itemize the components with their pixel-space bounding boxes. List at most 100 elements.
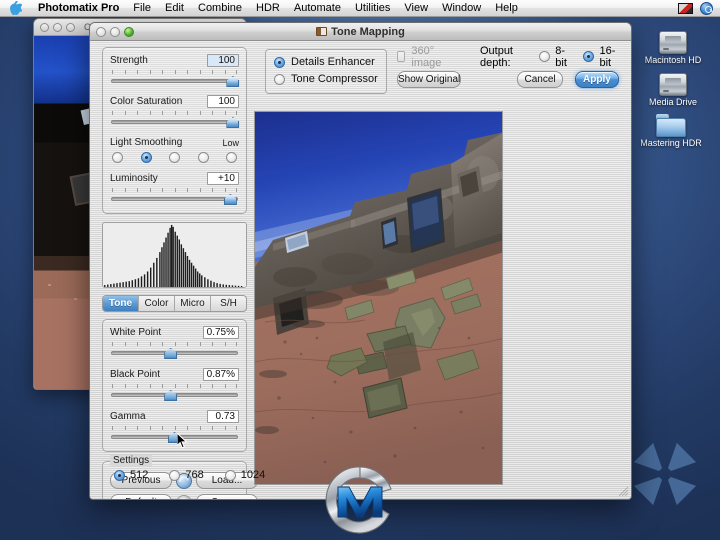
dialog-titlebar[interactable]: Tone Mapping [90,23,631,41]
gamma-row: Gamma 0.73 [110,410,239,423]
window-controls [90,26,134,37]
image-preview[interactable] [254,111,503,485]
close-button[interactable] [96,26,106,37]
output-depth-16bit-radio[interactable] [583,51,595,62]
show-original-button[interactable]: Show Original [397,71,462,88]
menu-item-combine[interactable]: Combine [191,0,249,16]
luminosity-slider[interactable] [111,193,238,205]
strength-value[interactable]: 100 [207,54,239,67]
luminosity-value[interactable]: +10 [207,172,239,185]
light-smoothing-option-4[interactable] [197,152,209,163]
black-point-value[interactable]: 0.87% [202,368,239,381]
light-smoothing-option-2[interactable] [140,152,152,163]
light-smoothing-option-1[interactable] [112,152,123,163]
minimize-button[interactable] [53,22,62,32]
strength-slider[interactable] [111,75,240,87]
settings-knob-icon-bottom[interactable] [176,494,192,499]
gamma-label: Gamma [110,411,146,422]
360-image-checkbox[interactable] [397,51,406,62]
details-enhancer-radio[interactable] [274,56,285,68]
menu-item-window[interactable]: Window [435,0,488,16]
luminosity-label: Luminosity [110,173,158,184]
main-sliders-group: Strength 100 Color Saturation 100 Light … [102,47,247,214]
spotlight-search-icon[interactable] [700,1,713,15]
strength-row: Strength 100 [110,54,239,67]
tab-sh[interactable]: S/H [211,296,246,311]
apply-button[interactable]: Apply [574,71,619,88]
light-smoothing-radio-group [110,152,239,163]
menu-item-utilities[interactable]: Utilities [348,0,397,16]
preview-size-1024-label: 1024 [240,469,266,481]
light-smoothing-option-5[interactable] [226,152,237,163]
histogram [102,222,247,288]
flag-icon[interactable] [678,2,693,14]
action-buttons-row: Show Original Cancel Apply [397,71,619,88]
gamma-value[interactable]: 0.73 [207,410,239,423]
color-saturation-slider[interactable] [111,116,240,128]
desktop-icon-label: Mastering HDR [640,138,702,148]
details-enhancer-option[interactable]: Details Enhancer [274,56,378,68]
preview-size-768[interactable]: 768 [169,469,204,481]
tab-tone[interactable]: Tone [103,296,139,311]
default-settings-button[interactable]: Default [110,494,172,499]
desktop-icon-macintosh-hd[interactable]: Macintosh HD [640,24,706,65]
dialog-title-wrap: Tone Mapping [90,26,631,38]
menu-item-edit[interactable]: Edit [158,0,191,16]
desktop-icon-label: Media Drive [648,97,697,107]
360-image-label: 360° image [411,44,442,69]
gamma-slider[interactable] [111,431,238,449]
preview-size-radio-group: 512 768 1024 [114,469,265,481]
tone-compressor-option[interactable]: Tone Compressor [274,73,378,85]
tone-tab-panel: White Point 0.75% Black Point 0.87% Gamm… [102,319,247,452]
menu-item-file[interactable]: File [126,0,158,16]
preview-size-1024[interactable]: 1024 [224,469,266,481]
preview-size-768-radio[interactable] [169,469,181,481]
preview-size-512-radio[interactable] [114,469,125,481]
save-settings-button[interactable]: Save... [196,494,258,499]
apple-logo-icon[interactable] [10,0,23,16]
preview-size-512[interactable]: 512 [114,469,148,481]
hdr-preview-photo [255,112,502,484]
cancel-button[interactable]: Cancel [517,71,563,88]
minimize-button[interactable] [110,26,120,37]
strength-label: Strength [110,55,148,66]
menu-item-help[interactable]: Help [488,0,525,16]
menu-item-view[interactable]: View [397,0,435,16]
tone-compressor-label: Tone Compressor [291,73,378,85]
dialog-title: Tone Mapping [331,25,405,38]
tone-mapping-dialog[interactable]: Tone Mapping Strength 100 Color Saturati… [89,22,632,500]
menu-item-automate[interactable]: Automate [287,0,348,16]
light-smoothing-row: Light Smoothing Low [110,137,239,148]
hard-drive-icon [640,24,706,54]
output-depth-8bit-label: 8-bit [555,44,567,69]
preview-size-1024-radio[interactable] [224,469,236,481]
luminosity-row: Luminosity +10 [110,172,239,185]
close-button[interactable] [40,22,49,32]
zoom-button[interactable] [66,22,75,32]
white-point-value[interactable]: 0.75% [202,326,239,339]
light-smoothing-option-3[interactable] [169,152,180,163]
zoom-button[interactable] [124,26,134,37]
tone-settings-tabs: Tone Color Micro S/H [102,295,247,312]
white-point-label: White Point [110,327,162,338]
desktop-icon-mastering-hdr[interactable]: Mastering HDR [638,107,704,148]
tone-mapping-method-group: Details Enhancer Tone Compressor [265,49,387,94]
tab-micro[interactable]: Micro [175,296,211,311]
color-saturation-value[interactable]: 100 [207,95,239,108]
output-depth-8bit-radio[interactable] [539,51,551,62]
output-depth-16bit-label: 16-bit [599,44,616,69]
desktop-icon-media-drive[interactable]: Media Drive [640,66,706,107]
white-point-row: White Point 0.75% [110,326,239,339]
histogram-plot [103,223,246,287]
menu-item-photomatix-pro[interactable]: Photomatix Pro [31,0,126,16]
menu-item-hdr[interactable]: HDR [249,0,287,16]
options-row: 360° image Output depth: 8-bit 16-bit [397,45,619,69]
preview-size-768-label: 768 [185,469,204,481]
tone-compressor-radio[interactable] [274,73,285,85]
output-depth-label: Output depth: [479,44,513,69]
white-point-slider[interactable] [111,347,238,359]
resize-grip[interactable] [617,485,629,497]
tab-color[interactable]: Color [139,296,175,311]
black-point-slider[interactable] [111,389,238,401]
left-controls-panel: Strength 100 Color Saturation 100 Light … [102,47,258,499]
